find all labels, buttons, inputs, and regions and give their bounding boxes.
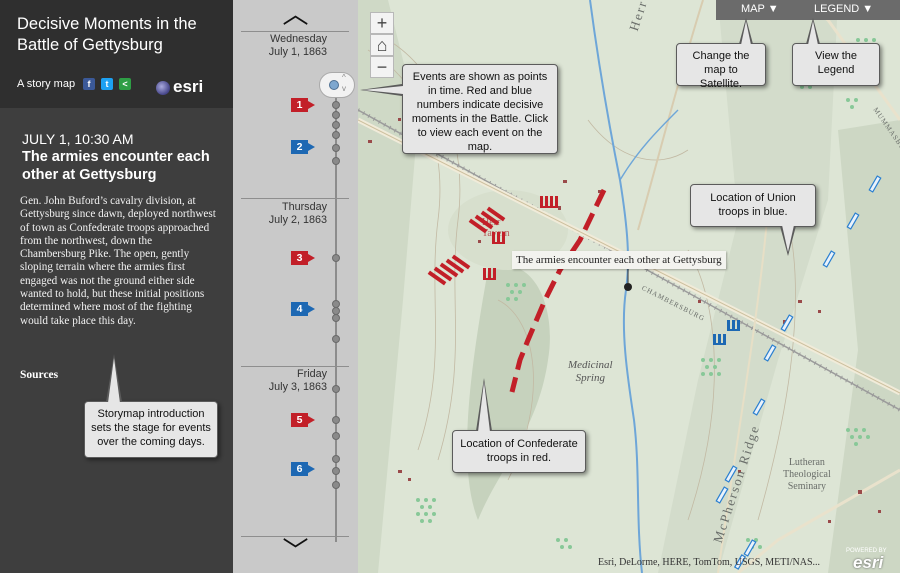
union-troops xyxy=(715,175,882,570)
callout-legend-pointer-fill xyxy=(808,21,818,45)
callout-events: Events are shown as points in time. Red … xyxy=(402,64,558,154)
map-toolbar: MAP ▼ LEGEND ▼ xyxy=(716,0,900,20)
map-attribution: Esri, DeLorme, HERE, TomTom, USGS, METI/… xyxy=(598,557,821,568)
callout-union-pointer-fill xyxy=(782,225,794,252)
zoom-out-button[interactable]: − xyxy=(370,56,394,78)
esri-map-logo[interactable]: esri xyxy=(853,553,883,573)
home-button[interactable]: ⌂ xyxy=(370,34,394,56)
callout-intro: Storymap introduction sets the stage for… xyxy=(84,401,218,458)
event-location-pin xyxy=(624,283,632,291)
union-cavalry xyxy=(713,320,740,345)
zoom-controls: + ⌂ − xyxy=(370,12,394,78)
zoom-in-button[interactable]: + xyxy=(370,12,394,34)
callout-union: Location of Union troops in blue. xyxy=(690,184,816,227)
callout-events-pointer-fill xyxy=(363,86,403,94)
callout-map-switch: Change the map to Satellite. xyxy=(676,43,766,90)
callout-confederate: Location of Confederate troops in red. xyxy=(452,430,586,473)
callout-intro-pointer-fill xyxy=(108,358,120,403)
map-event-label[interactable]: The armies encounter each other at Getty… xyxy=(512,251,726,269)
legend-button[interactable]: LEGEND ▼ xyxy=(814,3,873,15)
map-switch-button[interactable]: MAP ▼ xyxy=(741,3,779,15)
callout-confederate-pointer-fill xyxy=(478,382,490,432)
confederate-troops xyxy=(427,196,558,286)
confederate-line xyxy=(509,188,607,393)
callout-legend: View the Legend xyxy=(792,43,880,86)
callout-map-switch-pointer-fill xyxy=(741,21,751,45)
